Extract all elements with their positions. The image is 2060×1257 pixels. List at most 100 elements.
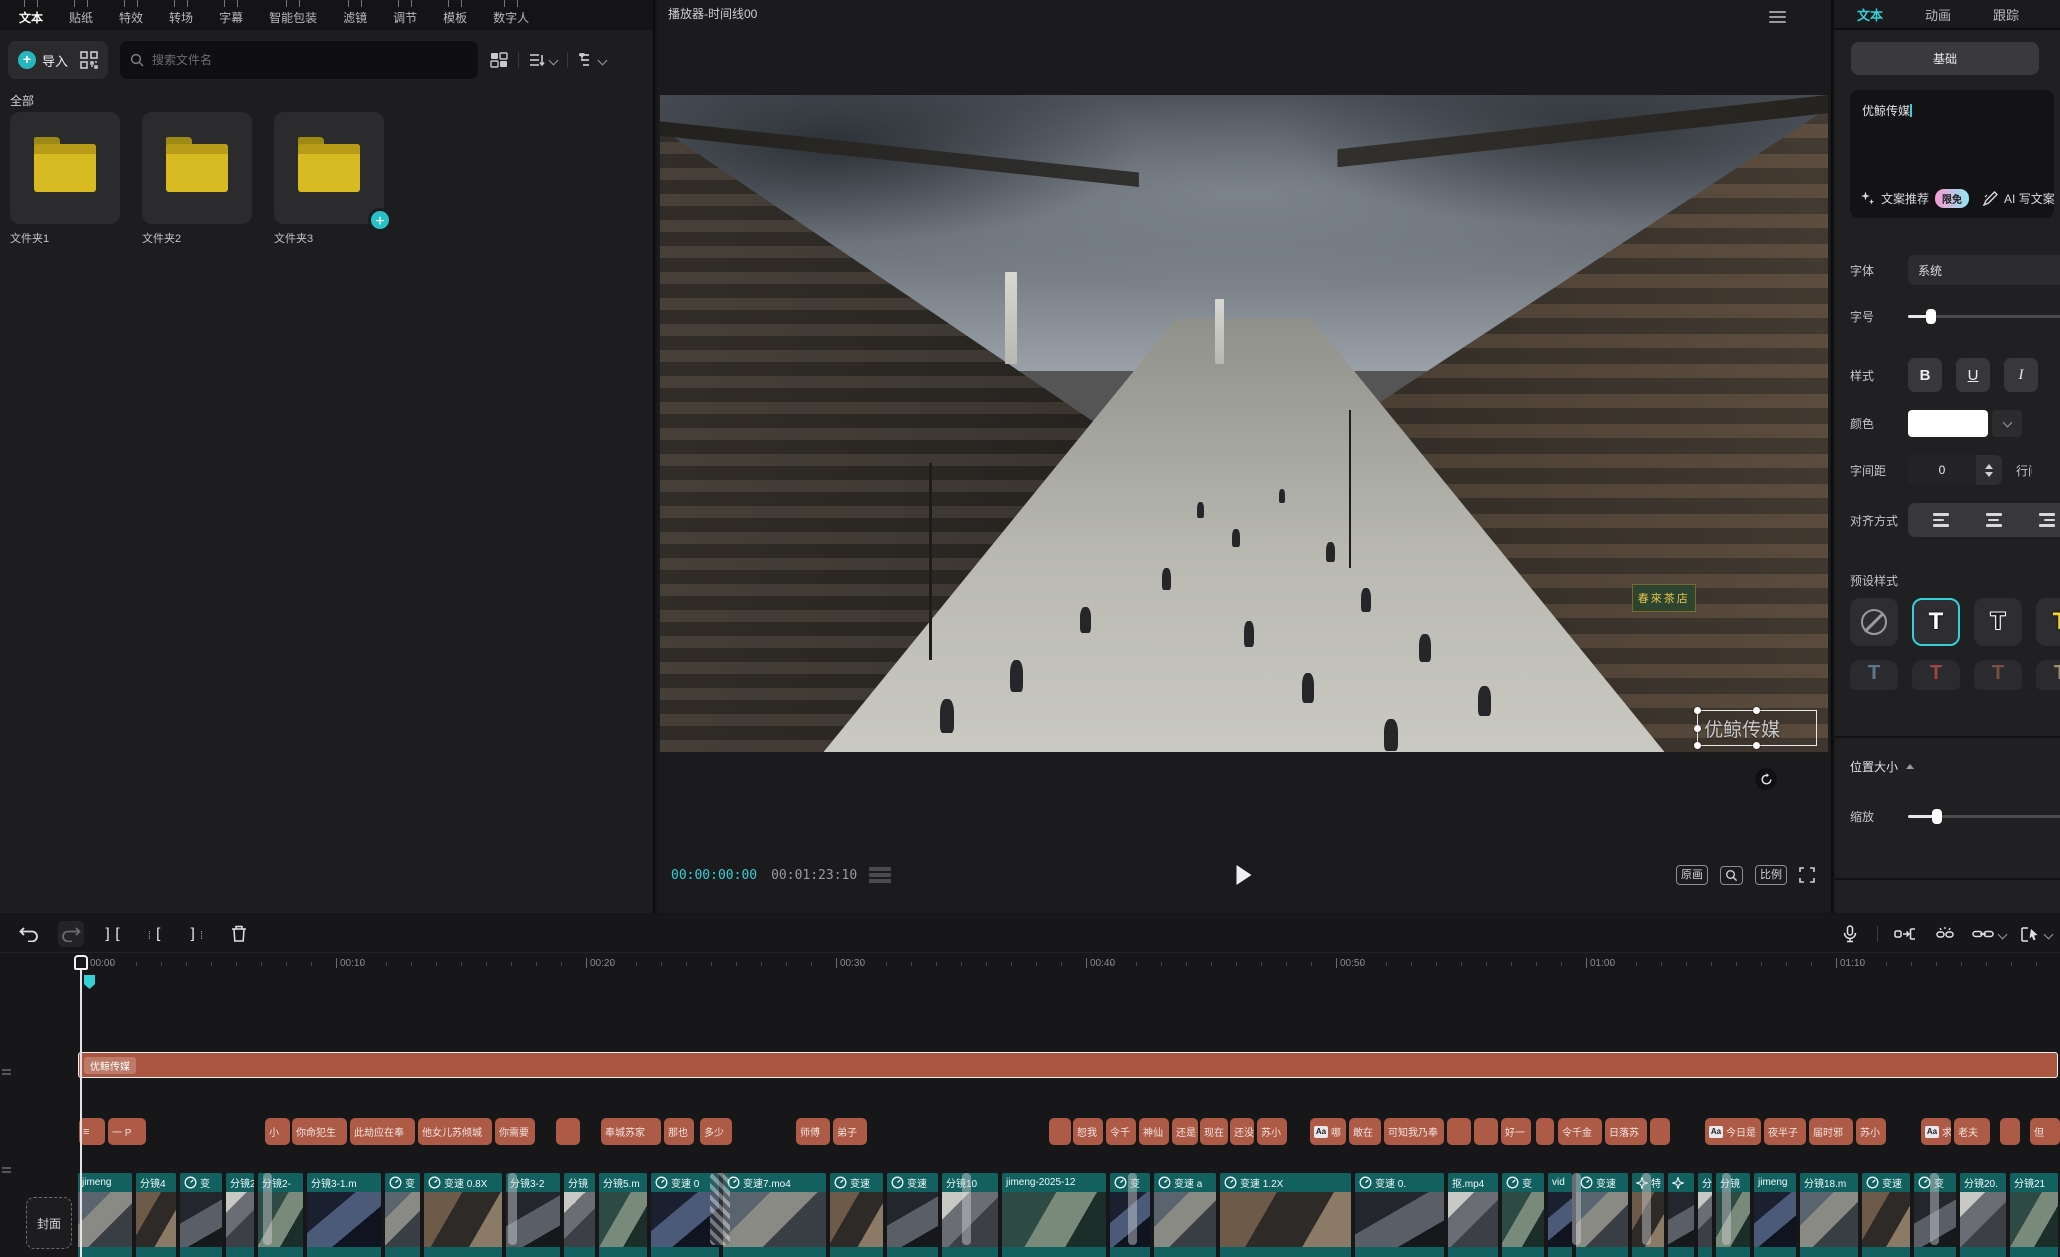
subtitle-clip[interactable]	[1474, 1118, 1498, 1145]
selection-handle[interactable]	[1694, 725, 1701, 732]
letter-spacing-value[interactable]: 0	[1908, 455, 1976, 485]
link-dropdown-icon[interactable]	[1972, 921, 2006, 947]
search-box[interactable]	[120, 41, 478, 79]
transition-marker[interactable]	[1930, 1173, 1939, 1245]
transition-marker[interactable]	[1722, 1173, 1731, 1245]
text-content-input[interactable]: 优鲸传媒 文案推荐 限免 AI 写文案	[1850, 90, 2054, 218]
subtitle-clip[interactable]: 他女儿苏倾城	[418, 1118, 492, 1145]
transition-marker[interactable]	[962, 1173, 971, 1245]
material-library-icon[interactable]	[80, 51, 98, 69]
menu-tab-字幕[interactable]: 字幕	[206, 0, 256, 26]
align-center-icon[interactable]	[1986, 513, 2002, 527]
subtitle-clip[interactable]: 但	[2030, 1118, 2060, 1145]
video-clip[interactable]: 变	[180, 1173, 222, 1257]
video-clip[interactable]: 变速 0.	[1355, 1173, 1444, 1257]
split-icon[interactable]: ][	[100, 921, 126, 947]
subtitle-clip[interactable]: 敢在	[1349, 1118, 1381, 1145]
inspector-tab-朗读[interactable]: 朗读	[2039, 5, 2060, 24]
timeline-ruler[interactable]: 00:0000:1000:2000:3000:4000:5001:0001:10	[0, 953, 2060, 977]
subtitle-clip[interactable]: 还没	[1230, 1118, 1254, 1145]
text-overlay-selection[interactable]: 优鲸传媒	[1697, 710, 1817, 746]
subtitle-clip[interactable]: 多少	[700, 1118, 732, 1145]
playhead-line[interactable]	[80, 955, 82, 1257]
sort-icon[interactable]	[529, 53, 557, 67]
position-size-label[interactable]: 位置大小	[1850, 758, 1914, 775]
menu-icon[interactable]	[1769, 8, 1786, 26]
preset-none-tile[interactable]	[1850, 598, 1898, 646]
color-dropdown[interactable]	[1992, 410, 2022, 437]
folder-tile[interactable]	[142, 112, 252, 224]
video-clip[interactable]: 变速	[830, 1173, 883, 1257]
italic-button[interactable]: I	[2004, 358, 2038, 392]
rotate-handle-icon[interactable]	[1755, 768, 1777, 790]
original-quality-button[interactable]: 原画	[1676, 865, 1708, 885]
menu-tab-调节[interactable]: 调节	[380, 0, 430, 26]
video-clip[interactable]: 分镜2	[226, 1173, 254, 1257]
menu-tab-滤镜[interactable]: 滤镜	[330, 0, 380, 26]
magnetic-snap-icon[interactable]	[1892, 921, 1918, 947]
transition-marker[interactable]	[710, 1173, 730, 1245]
subtitle-clip[interactable]: 届时邪	[1809, 1118, 1853, 1145]
menu-tab-特效[interactable]: 特效	[106, 0, 156, 26]
scale-slider[interactable]	[1908, 815, 2060, 818]
import-button[interactable]: + 导入	[18, 51, 68, 70]
video-clip[interactable]: jimeng-2025-12	[1002, 1173, 1106, 1257]
subtitle-clip[interactable]: 夜半子	[1764, 1118, 1806, 1145]
inspector-tab-动画[interactable]: 动画	[1903, 5, 1971, 24]
subtitle-clip[interactable]: 苏小	[1856, 1118, 1886, 1145]
subtitle-clip[interactable]: 你命犯生	[292, 1118, 347, 1145]
subtitle-clip[interactable]: 苏小	[1257, 1118, 1287, 1145]
video-clip[interactable]: 分镜20.	[1960, 1173, 2006, 1257]
preview-zoom-button[interactable]	[1720, 866, 1743, 885]
subtitle-clip[interactable]: 神仙	[1139, 1118, 1169, 1145]
ai-write-label[interactable]: AI 写文案	[2004, 190, 2055, 207]
undo-icon[interactable]	[16, 921, 42, 947]
transition-marker[interactable]	[1642, 1173, 1651, 1245]
subtitle-clip[interactable]	[1536, 1118, 1554, 1145]
grid-view-icon[interactable]	[490, 52, 508, 68]
split-right-icon[interactable]: ]⁞	[184, 921, 210, 947]
subtitle-clip[interactable]: 日落苏	[1605, 1118, 1647, 1145]
filter-icon[interactable]	[578, 53, 606, 67]
subtitle-clip[interactable]: 奉城苏家	[601, 1118, 661, 1145]
subtitle-clip[interactable]: 令千金	[1558, 1118, 1602, 1145]
video-clip[interactable]: vid	[1548, 1173, 1572, 1257]
copy-suggest-label[interactable]: 文案推荐	[1881, 190, 1929, 207]
split-left-icon[interactable]: ⁞[	[142, 921, 168, 947]
video-clip[interactable]: 分镜4	[136, 1173, 176, 1257]
playhead-head[interactable]	[74, 955, 88, 970]
inspector-tab-跟踪[interactable]: 跟踪	[1971, 5, 2039, 24]
video-clip[interactable]: 抠.mp4	[1448, 1173, 1498, 1257]
text-track-clip[interactable]: 优鲸传媒	[78, 1052, 2058, 1078]
video-clip[interactable]: 分镜18.m	[1800, 1173, 1858, 1257]
play-button[interactable]	[1237, 865, 1252, 885]
subtitle-clip[interactable]: Aa今日是	[1705, 1118, 1761, 1145]
bold-button[interactable]: B	[1908, 358, 1942, 392]
underline-button[interactable]: U	[1956, 358, 1990, 392]
preset-style-tile[interactable]: T	[2036, 598, 2060, 646]
cursor-mode-icon[interactable]	[2020, 921, 2052, 947]
inspector-tab-文本[interactable]: 文本	[1835, 5, 1903, 24]
text-overlay[interactable]: 优鲸传媒	[1704, 715, 1780, 742]
video-clip[interactable]: 分镜5.m	[599, 1173, 647, 1257]
subtitle-clip[interactable]	[556, 1118, 580, 1145]
video-preview[interactable]: 春來茶店 优鲸传媒	[660, 95, 1828, 752]
video-clip[interactable]: 变速 0	[651, 1173, 719, 1257]
preset-style-tile[interactable]: T	[1912, 598, 1960, 646]
selection-handle[interactable]	[1694, 707, 1701, 714]
menu-tab-数字人[interactable]: 数字人	[480, 0, 542, 26]
subtitle-clip[interactable]: Aa求	[1921, 1118, 1951, 1145]
folder-tile[interactable]: +	[274, 112, 384, 224]
subtitle-clip[interactable]: Aa哪	[1310, 1118, 1346, 1145]
subtitle-clip[interactable]: 可知我乃奉	[1384, 1118, 1444, 1145]
menu-tab-贴纸[interactable]: 贴纸	[56, 0, 106, 26]
preset-style-tile[interactable]: T	[1912, 660, 1960, 690]
ratio-button[interactable]: 比例	[1755, 865, 1787, 885]
video-clip[interactable]: 变速 1.2X	[1220, 1173, 1351, 1257]
align-left-icon[interactable]	[1933, 513, 1949, 527]
transition-marker[interactable]	[1128, 1173, 1137, 1245]
subtitle-clip[interactable]: 老夫	[1954, 1118, 1990, 1145]
color-swatch[interactable]	[1908, 410, 1988, 437]
video-clip[interactable]: 变速	[1862, 1173, 1910, 1257]
video-clip[interactable]: 变速7.mo4	[723, 1173, 826, 1257]
